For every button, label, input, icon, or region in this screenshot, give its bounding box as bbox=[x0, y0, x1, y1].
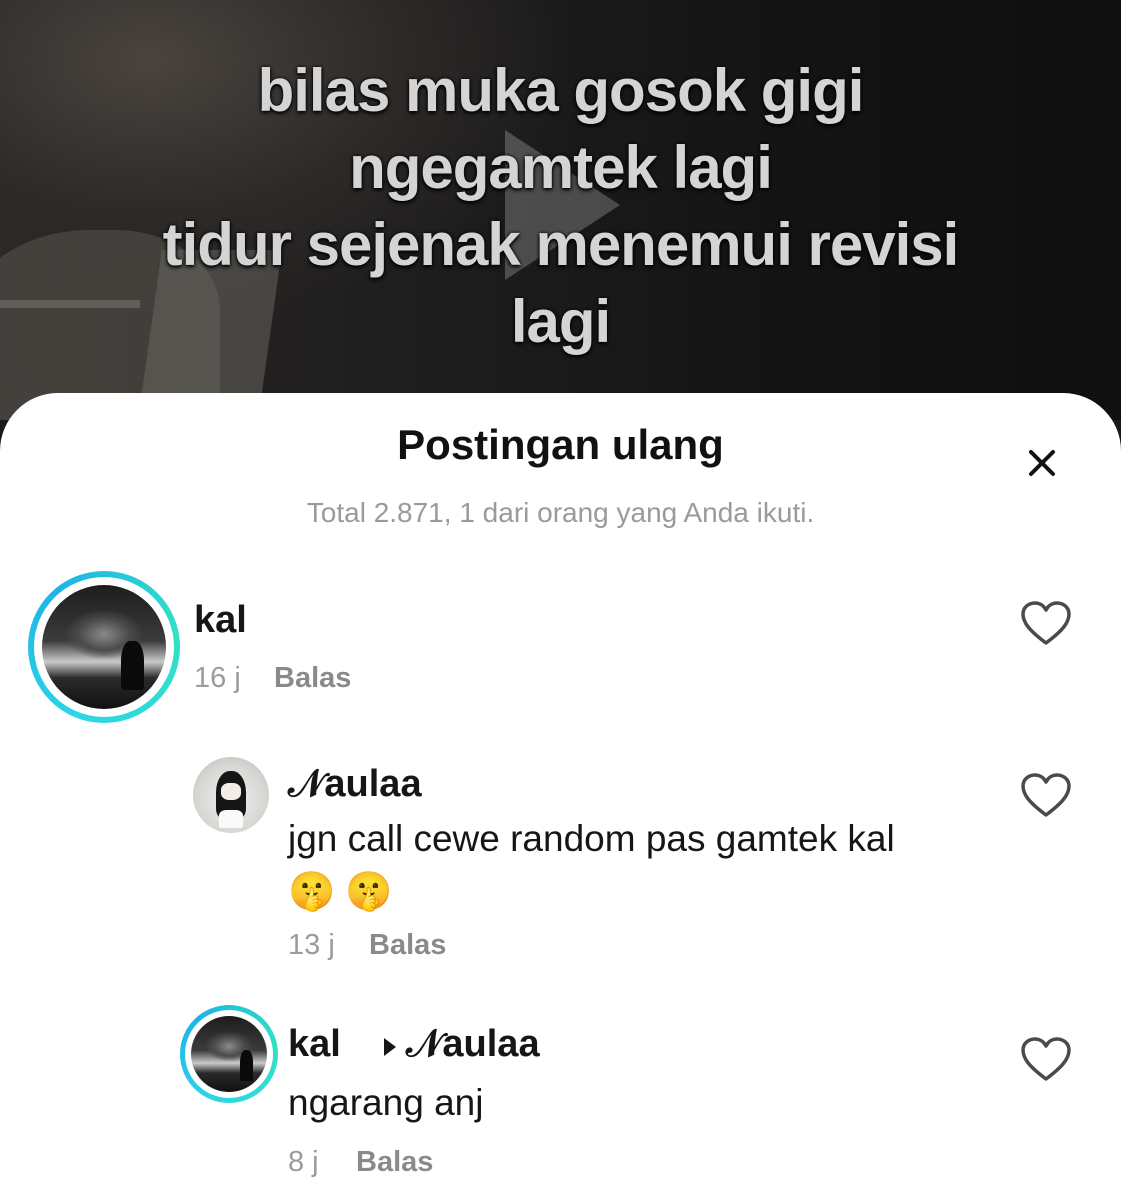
reply-to-username[interactable]: 𝒩aulaa bbox=[406, 1023, 540, 1066]
heart-outline-icon bbox=[1021, 1037, 1071, 1081]
reply-button[interactable]: Balas bbox=[369, 929, 446, 962]
comment-item: kal 𝒩aulaa ngarang anj 8 j Balas bbox=[0, 1005, 1121, 1195]
avatar-story-ring[interactable] bbox=[28, 571, 180, 723]
like-button[interactable] bbox=[1020, 773, 1072, 819]
reply-button[interactable]: Balas bbox=[356, 1146, 433, 1179]
comment-time: 13 j bbox=[288, 929, 335, 961]
close-icon bbox=[1029, 450, 1055, 476]
heart-outline-icon bbox=[1021, 773, 1071, 817]
avatar[interactable] bbox=[193, 757, 269, 833]
sheet-subtitle: Total 2.871, 1 dari orang yang Anda ikut… bbox=[306, 497, 815, 528]
caption-line: lagi bbox=[510, 288, 611, 355]
comment-text: jgn call cewe random pas gamtek kal 🤫🤫 bbox=[288, 813, 988, 917]
comment-username[interactable]: kal bbox=[288, 1023, 341, 1066]
caption-line: bilas muka gosok gigi bbox=[257, 57, 865, 124]
heart-outline-icon bbox=[1021, 601, 1071, 645]
reply-button[interactable]: Balas bbox=[274, 662, 351, 695]
comment-item: 𝒩aulaa jgn call cewe random pas gamtek k… bbox=[0, 755, 1121, 975]
sheet-title: Postingan ulang bbox=[397, 421, 724, 468]
video-background[interactable]: bilas muka gosok gigi ngegamtek lagi tid… bbox=[0, 0, 1121, 420]
comment-item: kal 16 j Balas bbox=[0, 571, 1121, 731]
close-button[interactable] bbox=[1022, 443, 1072, 483]
reply-arrow-icon bbox=[384, 1038, 396, 1056]
comment-text: ngarang anj bbox=[288, 1082, 484, 1123]
like-button[interactable] bbox=[1020, 601, 1072, 647]
avatar-story-ring[interactable] bbox=[180, 1005, 278, 1103]
comment-time: 8 j bbox=[288, 1146, 319, 1178]
comment-username[interactable]: kal bbox=[194, 599, 247, 642]
comment-username[interactable]: 𝒩aulaa bbox=[288, 763, 422, 806]
comment-emoji: 🤫🤫 bbox=[288, 869, 403, 913]
caption-line: ngegamtek lagi bbox=[349, 134, 773, 201]
comment-time: 16 j bbox=[194, 662, 241, 694]
avatar bbox=[42, 585, 166, 709]
reposts-sheet: Postingan ulang Total 2.871, 1 dari oran… bbox=[0, 393, 1121, 1200]
avatar bbox=[191, 1016, 267, 1092]
caption-line: tidur sejenak menemui revisi bbox=[162, 211, 960, 278]
like-button[interactable] bbox=[1020, 1037, 1072, 1083]
comment-text-line: jgn call cewe random pas gamtek kal bbox=[288, 818, 895, 859]
video-caption: bilas muka gosok gigi ngegamtek lagi tid… bbox=[0, 52, 1121, 360]
